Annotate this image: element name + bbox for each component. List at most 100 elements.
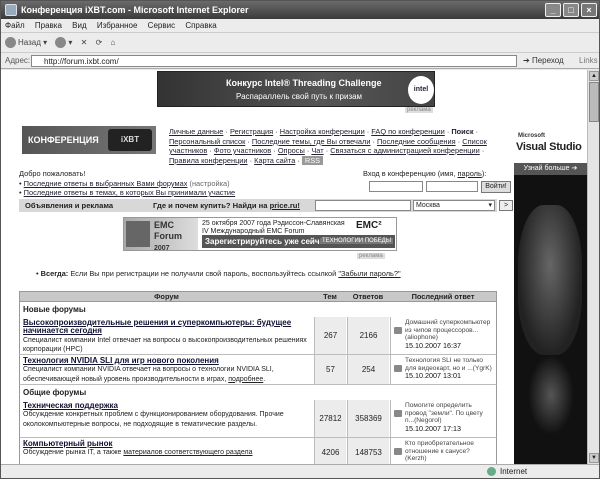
forum-desc: Обсуждение рынка IT, а также материалов … [23,449,253,456]
emc-banner[interactable]: EMC Forum 2007 25 октября 2007 года Рэдис… [123,217,397,252]
close-button[interactable]: × [581,3,597,17]
emc-line1: 25 октября 2007 года Рэдиссон-Славянская [202,220,345,227]
intel-logo: intel [408,76,434,104]
forum-cell: Компьютерный рынок Обсуждение рынка IT, а… [20,438,313,464]
nav-link[interactable]: Последние темы, где Вы отвечали [252,137,371,146]
back-arrow-icon [5,37,16,49]
nav-link[interactable]: Личные данные [169,127,223,136]
last-post-link[interactable]: Помогите определить провод "земли". По ц… [405,402,483,424]
go-button[interactable]: ➔ Переход [523,53,564,69]
emc-line2: IV Международный EMC Forum [202,228,305,235]
ixbt-logo[interactable]: КОНФЕРЕНЦИЯ iXBT [22,126,156,154]
list-item: • Последние ответы в темах, в которых Вы… [19,188,236,197]
nav-link[interactable]: Карта сайта [254,156,295,165]
topics-cell: 267 [314,317,346,354]
nav-link[interactable]: Связаться с администрацией конференции [330,146,480,155]
go-label: Переход [531,56,564,65]
password-input[interactable] [426,181,478,192]
globe-icon [487,467,496,477]
back-button[interactable]: Назад ▾ [5,33,47,53]
intel-banner[interactable]: Конкурс Intel® Threading Challenge Распа… [157,71,435,107]
zone-label: Internet [500,467,528,476]
price-go-button[interactable]: > [499,200,513,211]
username-input[interactable] [369,181,423,192]
forgot-password-link[interactable]: "Забыли пароль?" [338,269,400,278]
ad-tag: реклама [357,253,385,259]
nav-link[interactable]: Правила конференции [169,156,248,165]
last-post-link[interactable]: Домашний суперкомпьютер из чипов процесс… [405,319,490,341]
forum-desc-text: Обсуждение рынка IT, а также [23,449,124,457]
forward-button[interactable]: ▾ [55,33,72,53]
nav-link[interactable]: Опросы [278,146,305,155]
zone-indicator: Internet [487,465,528,478]
topics-cell: 27812 [314,400,346,437]
last-post-link[interactable]: Технология SLI не только для видеокарт, … [405,357,492,372]
login-text: Вход в конференцию (имя, [363,169,456,178]
table-row: Технология NVIDIA SLI для игр нового пок… [19,355,497,385]
login-close: ): [481,169,487,178]
nav-link[interactable]: Чат [311,146,323,155]
section-title: Общие форумы [19,385,497,400]
menu-edit[interactable]: Правка [35,21,62,30]
scroll-up-icon[interactable]: ▲ [589,71,599,81]
banner-subtitle: Распараллель свой путь к призам [236,92,363,101]
table-row: Техническая поддержка Обсуждение конкретн… [19,400,497,438]
post-icon [394,365,402,372]
menu-help[interactable]: Справка [185,21,216,30]
always-label: Всегда: [40,269,69,278]
login-button[interactable]: Войти! [481,181,511,193]
ms-product: Visual Studio [516,141,582,153]
ads-bar: Объявления и реклама Где и почем купить?… [19,199,513,212]
forum-link[interactable]: Высокопроизводительные решения и суперко… [23,318,291,335]
settings-link[interactable]: (настройка) [190,179,230,188]
nav-link[interactable]: Фото участников [214,146,271,155]
vertical-scrollbar[interactable]: ▲ ▼ [587,70,599,464]
emc-year: 2007 [154,245,170,252]
emc-logo: EMC² [356,220,382,231]
menu-file[interactable]: Файл [5,21,25,30]
forum-link[interactable]: Компьютерный рынок [23,439,112,448]
list-item: • Последние ответы в выбранных Вами фору… [19,179,230,188]
refresh-icon[interactable]: ⟳ [96,33,103,53]
forum-link[interactable]: Техническая поддержка [23,401,118,410]
post-icon [394,410,402,417]
topics-cell: 4206 [314,438,346,464]
nav-link[interactable]: Регистрация [230,127,273,136]
rss-badge[interactable]: RSS [301,155,324,165]
last-answers-link[interactable]: Последние ответы в выбранных Вами форума… [24,179,188,188]
city-select[interactable]: Москва [413,200,495,211]
last-post-link[interactable]: Кто приобретательное отношение к санусе?… [405,440,474,462]
ie-icon [5,4,17,16]
password-link[interactable]: пароль [458,169,482,178]
emc-tagline: ТЕХНОЛОГИИ ПОБЕДЫ [320,238,394,244]
replies-cell: 358369 [347,400,389,437]
scroll-down-icon[interactable]: ▼ [589,453,599,463]
minimize-button[interactable]: _ [545,3,561,17]
nav-link[interactable]: FAQ по конференции [371,127,445,136]
home-icon[interactable]: ⌂ [111,33,116,53]
section-link[interactable]: материалов соответствующего раздела [123,449,252,456]
maximize-button[interactable]: □ [563,3,579,17]
menu-favorites[interactable]: Избранное [97,21,138,30]
links-label[interactable]: Links [579,53,598,69]
visual-studio-ad[interactable]: Microsoft Visual Studio Узнай больше ➔ [514,125,587,464]
more-link[interactable]: подробнее [228,376,263,383]
menu-view[interactable]: Вид [72,21,86,30]
forum-link[interactable]: Технология NVIDIA SLI для игр нового пок… [23,356,219,365]
nav-link[interactable]: Персональный список [169,137,245,146]
price-link[interactable]: price.ru! [270,201,300,210]
address-input[interactable]: http://forum.ixbt.com/ [31,55,517,67]
ms-more-button[interactable]: Узнай больше ➔ [514,163,587,175]
price-search-input[interactable] [315,200,411,211]
status-bar: Internet [1,464,599,478]
logo-text: КОНФЕРЕНЦИЯ [28,135,99,145]
nav-search[interactable]: Поиск [451,127,473,136]
menu-tools[interactable]: Сервис [148,21,175,30]
section-title: Новые форумы [19,302,497,317]
forward-arrow-icon [55,37,67,49]
stop-icon[interactable]: ✕ [81,33,88,53]
nav-link[interactable]: Настройка конференции [280,127,365,136]
last-answers-link[interactable]: Последние ответы в темах, в которых Вы п… [24,188,235,197]
scroll-thumb[interactable] [589,82,599,122]
nav-link[interactable]: Последние сообщения [377,137,456,146]
